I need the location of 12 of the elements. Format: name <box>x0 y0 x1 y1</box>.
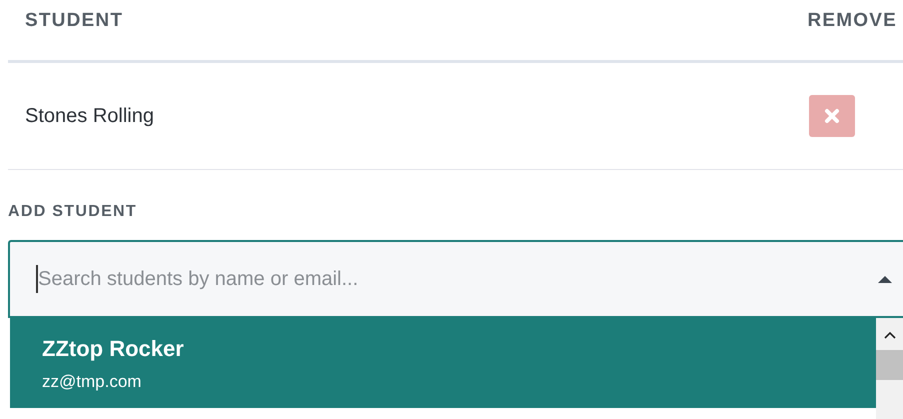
scrollbar[interactable] <box>876 318 903 419</box>
remove-button[interactable] <box>809 95 855 137</box>
student-option[interactable]: ZZtop Rocker zz@tmp.com <box>10 318 876 408</box>
student-name: Stones Rolling <box>25 104 154 128</box>
column-header: REMOVE <box>807 10 897 32</box>
column-header: STUDENT <box>25 10 124 32</box>
section-label: ADD STUDENT <box>8 203 138 222</box>
close-icon <box>824 108 840 124</box>
scroll-up-icon <box>882 330 896 340</box>
search-combobox[interactable]: Search students by name or email... <box>8 240 903 318</box>
caret-icon <box>877 274 893 284</box>
search-field[interactable]: Search students by name or email... <box>38 268 877 290</box>
